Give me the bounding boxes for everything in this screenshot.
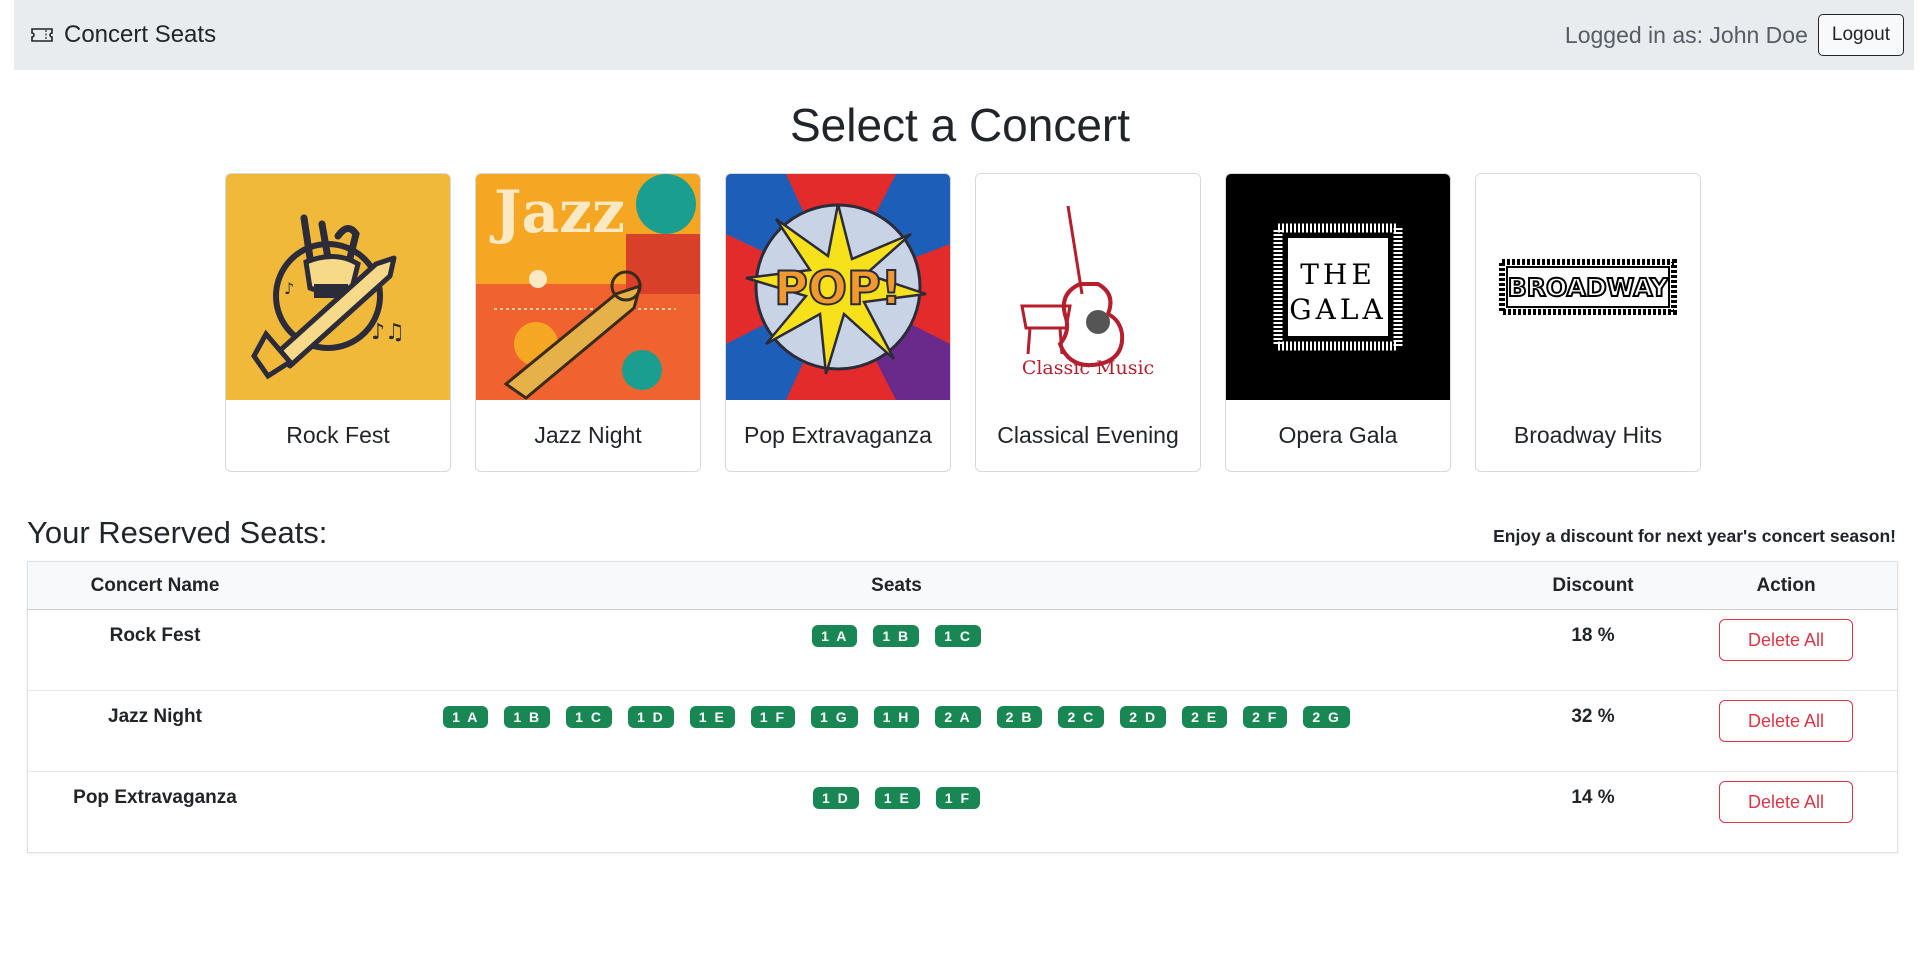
concert-card-broadway-hits[interactable]: BROADWAY Broadway Hits <box>1475 173 1701 472</box>
action-cell: Delete All <box>1675 690 1898 772</box>
table-row: Rock Fest 1 A 1 B 1 C 18 % Delete All <box>27 609 1898 691</box>
broadway-hits-image: BROADWAY <box>1476 174 1700 400</box>
rock-hand-guitar-illustration: ♪♫ ♪ <box>226 174 450 400</box>
seat-badge[interactable]: 1 C <box>935 625 981 647</box>
svg-text:♪: ♪ <box>284 279 294 298</box>
classic-music-text: Classic Music <box>1022 357 1154 379</box>
opera-gala-frame: THE GALA <box>1226 174 1450 400</box>
delete-all-button[interactable]: Delete All <box>1719 700 1853 742</box>
seat-badge[interactable]: 1 D <box>812 787 859 809</box>
card-title: Rock Fest <box>286 422 390 448</box>
logout-button[interactable]: Logout <box>1817 14 1904 56</box>
concert-card-rock-fest[interactable]: ♪♫ ♪ Rock Fest <box>225 173 451 472</box>
seat-badge[interactable]: 2 B <box>996 706 1043 728</box>
brand-label: Concert Seats <box>64 21 217 48</box>
header-concert-name: Concert Name <box>27 561 282 610</box>
reserved-seats-table: Concert Name Seats Discount Action Rock … <box>27 561 1898 853</box>
seat-badge[interactable]: 1 F <box>935 787 981 809</box>
discount-cell: 32 % <box>1511 690 1675 772</box>
broadway-marquee: BROADWAY <box>1476 174 1700 400</box>
action-cell: Delete All <box>1675 609 1898 691</box>
seat-badge[interactable]: 1 F <box>750 706 796 728</box>
concert-card-jazz-night[interactable]: Jazz Jazz Night <box>475 173 701 472</box>
seat-badge[interactable]: 1 B <box>873 625 920 647</box>
ticket-icon <box>31 28 53 42</box>
seat-badge[interactable]: 1 B <box>504 706 551 728</box>
card-title: Pop Extravaganza <box>744 422 932 448</box>
pop-extravaganza-image: POP! <box>726 174 950 400</box>
svg-text:THE: THE <box>1300 258 1376 291</box>
header-seats: Seats <box>282 561 1511 610</box>
jazz-trumpet-poster: Jazz <box>476 174 700 400</box>
seats-cell: 1 A 1 B 1 C 1 D 1 E 1 F 1 G 1 H 2 A 2 B 2 C 2 D 2 E 2… <box>282 690 1511 772</box>
brand-link[interactable]: Concert Seats <box>30 21 216 49</box>
reserved-seats-title: Your Reserved Seats: <box>27 515 328 550</box>
seat-badge[interactable]: 1 E <box>689 706 735 728</box>
discount-cell: 18 % <box>1511 609 1675 691</box>
concert-card-opera-gala[interactable]: THE GALA Opera Gala <box>1225 173 1451 472</box>
seats-cell: 1 A 1 B 1 C <box>282 609 1511 691</box>
svg-text:GALA: GALA <box>1289 293 1386 326</box>
jazz-night-image: Jazz <box>476 174 700 400</box>
pop-comic-burst: POP! <box>726 174 950 400</box>
delete-all-button[interactable]: Delete All <box>1719 619 1853 661</box>
seat-badge[interactable]: 1 D <box>627 706 674 728</box>
header-discount: Discount <box>1511 561 1675 610</box>
navbar: Concert Seats Logged in as: John Doe Log… <box>14 0 1914 70</box>
concert-cards: ♪♫ ♪ Rock Fest Jazz Jazz Night POP! Pop … <box>225 173 1701 472</box>
concert-name-cell: Pop Extravaganza <box>73 787 237 808</box>
opera-gala-image: THE GALA <box>1226 174 1450 400</box>
discount-note: Enjoy a discount for next year's concert… <box>1493 526 1896 546</box>
seat-badge[interactable]: 2 C <box>1058 706 1105 728</box>
discount-cell: 14 % <box>1571 787 1615 808</box>
seat-badge[interactable]: 1 C <box>566 706 612 728</box>
rock-fest-image: ♪♫ ♪ <box>226 174 450 400</box>
seat-badge[interactable]: 1 E <box>874 787 920 809</box>
card-title: Broadway Hits <box>1513 422 1663 448</box>
nav-right: Logged in as: John Doe Logout <box>1565 14 1904 56</box>
logged-in-user: Logged in as: John Doe <box>1564 21 1808 48</box>
seats-cell: 1 D 1 E 1 F <box>282 772 1511 853</box>
table-row: Pop Extravaganza 1 D 1 E 1 F 14 % Delete A… <box>28 772 1898 853</box>
pop-title-text: POP! <box>774 261 902 315</box>
card-title: Opera Gala <box>1278 422 1398 448</box>
broadway-title-text: BROADWAY <box>1508 273 1669 302</box>
seat-badge[interactable]: 1 H <box>873 706 920 728</box>
card-title: Classical Evening <box>997 422 1179 448</box>
seat-badge[interactable]: 2 G <box>1303 706 1350 728</box>
table-row: Jazz Night 1 A 1 B 1 C 1 D 1 E 1 F 1 G 1 H 2 A 2 … <box>27 690 1898 772</box>
seat-badge[interactable]: 2 F <box>1243 706 1288 728</box>
concert-name-cell: Rock Fest <box>27 609 282 691</box>
violin-piano-logo: Classic Music <box>976 174 1200 400</box>
header-action: Action <box>1675 561 1898 610</box>
seat-badge[interactable]: 2 E <box>1182 706 1228 728</box>
seat-badge[interactable]: 1 G <box>811 706 858 728</box>
seat-badge[interactable]: 2 D <box>1120 706 1167 728</box>
jazz-title-text: Jazz <box>489 178 625 246</box>
classical-evening-image: Classic Music <box>976 174 1200 400</box>
page-title: Select a Concert <box>789 99 1131 151</box>
seat-badge[interactable]: 1 A <box>443 706 489 728</box>
concert-name-cell: Jazz Night <box>27 690 282 772</box>
seat-badge[interactable]: 1 A <box>812 625 858 647</box>
concert-card-pop-extravaganza[interactable]: POP! Pop Extravaganza <box>725 173 951 472</box>
card-title: Jazz Night <box>534 422 642 448</box>
concert-card-classical-evening[interactable]: Classic Music Classical Evening <box>975 173 1201 472</box>
seat-badge[interactable]: 2 A <box>935 706 981 728</box>
delete-all-button[interactable]: Delete All <box>1719 781 1853 823</box>
svg-text:♪♫: ♪♫ <box>371 320 405 345</box>
table-header-row: Concert Name Seats Discount Action <box>27 561 1898 610</box>
action-cell: Delete All <box>1675 772 1898 853</box>
